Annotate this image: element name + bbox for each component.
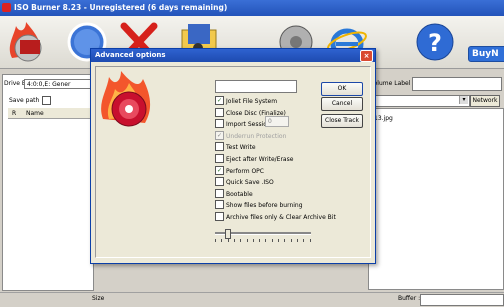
- file-list-header: [8, 108, 92, 119]
- checkbox[interactable]: [215, 142, 224, 152]
- slider-tick: [252, 239, 254, 242]
- checkbox[interactable]: [215, 119, 224, 129]
- dialog-title: Advanced options: [95, 51, 166, 59]
- option-label: Test Write: [226, 144, 256, 152]
- option-label: Perform OPC: [226, 167, 264, 175]
- slider-tick: [309, 239, 311, 242]
- burn-disc-icon[interactable]: [4, 20, 46, 64]
- checkbox[interactable]: [215, 154, 224, 163]
- app-icon: [2, 3, 11, 12]
- chevron-down-icon[interactable]: ▾: [459, 96, 468, 104]
- checkbox[interactable]: ✓: [215, 96, 224, 105]
- slider-tick: [278, 239, 279, 242]
- option-import-session[interactable]: Import Session: [215, 119, 271, 129]
- ok-button[interactable]: OK: [321, 82, 363, 96]
- cancel-button[interactable]: Cancel: [321, 97, 363, 111]
- option-bootable[interactable]: Bootable: [215, 188, 253, 199]
- file-item[interactable]: 13.jpg: [374, 115, 393, 122]
- option-label: Archive files only & Clear Archive Bit: [226, 214, 336, 221]
- slider-tick: [271, 239, 273, 242]
- save-path-label: Save path: [9, 97, 40, 104]
- option-label: Quick Save .ISO: [226, 179, 274, 187]
- slider-tick: [240, 239, 242, 242]
- option-label: Underrun Protection: [226, 132, 287, 140]
- option-quick-save-iso[interactable]: Quick Save .ISO: [215, 177, 274, 187]
- option-label: Import Session: [226, 121, 271, 129]
- buffer-label: Buffer :: [398, 295, 421, 302]
- option-joliet-file-system[interactable]: ✓ Joliet File System: [215, 96, 278, 106]
- folder-browser-panel: [368, 108, 504, 290]
- close-track-button[interactable]: Close Track: [321, 114, 363, 128]
- buffer-meter: [420, 294, 504, 306]
- slider-tick: [284, 239, 286, 242]
- speed-slider-thumb[interactable]: [224, 229, 231, 239]
- option-underrun-protection: ✓ Underrun Protection: [215, 130, 287, 141]
- advanced-options-dialog: Advanced options × ✓ Joliet File System Cl…: [90, 48, 376, 264]
- volume-label-input[interactable]: [412, 77, 502, 91]
- column-name-header[interactable]: Name: [26, 110, 44, 117]
- checkbox[interactable]: [215, 188, 224, 198]
- size-label: Size: [92, 295, 105, 302]
- option-label: Show files before burning: [226, 202, 303, 210]
- checkbox[interactable]: [215, 212, 224, 221]
- checkbox: ✓: [215, 130, 224, 140]
- file-list-panel: [2, 74, 94, 291]
- checkbox[interactable]: [215, 177, 224, 187]
- network-button[interactable]: Network: [470, 95, 500, 107]
- option-eject-after-write-erase[interactable]: Eject after Write/Erase: [215, 154, 294, 164]
- option-test-write[interactable]: Test Write: [215, 142, 256, 152]
- checkbox[interactable]: [215, 107, 224, 117]
- option-label: Eject after Write/Erase: [226, 156, 294, 163]
- option-perform-opc[interactable]: ✓ Perform OPC: [215, 165, 264, 176]
- volume-label-text: Volume Label :: [370, 80, 415, 87]
- slider-tick: [221, 239, 223, 242]
- slider-tick: [227, 239, 229, 242]
- slider-tick: [215, 239, 216, 242]
- slider-tick: [246, 239, 248, 242]
- slider-tick: [259, 239, 261, 242]
- import-session-spinner: 0: [265, 116, 289, 127]
- slider-tick: [290, 239, 292, 242]
- option-label: Joliet File System: [226, 98, 278, 105]
- folder-select[interactable]: [372, 95, 470, 107]
- option-label: Bootable: [226, 190, 253, 198]
- app-title: ISO Burner 8.23 - Unregistered (6 days r…: [14, 3, 228, 12]
- column-r-header[interactable]: R: [12, 110, 16, 117]
- slider-tick: [296, 239, 298, 242]
- checkbox[interactable]: [215, 200, 224, 210]
- checkbox[interactable]: ✓: [215, 165, 224, 175]
- slider-tick: [303, 239, 305, 242]
- svg-text:?: ?: [428, 29, 442, 57]
- help-icon[interactable]: ?: [414, 20, 456, 64]
- buy-now-button[interactable]: BuyN: [468, 46, 504, 62]
- drive-select[interactable]: 4:0:0,E: Gener: [24, 79, 94, 89]
- close-icon[interactable]: ×: [360, 50, 373, 62]
- slider-tick: [233, 239, 235, 242]
- slider-tick: [265, 239, 267, 242]
- save-path-checkbox[interactable]: [42, 96, 51, 105]
- options-text-input[interactable]: [215, 80, 297, 93]
- flame-disc-logo: [101, 71, 151, 127]
- option-show-files-before-burning[interactable]: Show files before burning: [215, 200, 303, 210]
- option-archive-files-only-clear-archive-bit[interactable]: Archive files only & Clear Archive Bit: [215, 212, 336, 222]
